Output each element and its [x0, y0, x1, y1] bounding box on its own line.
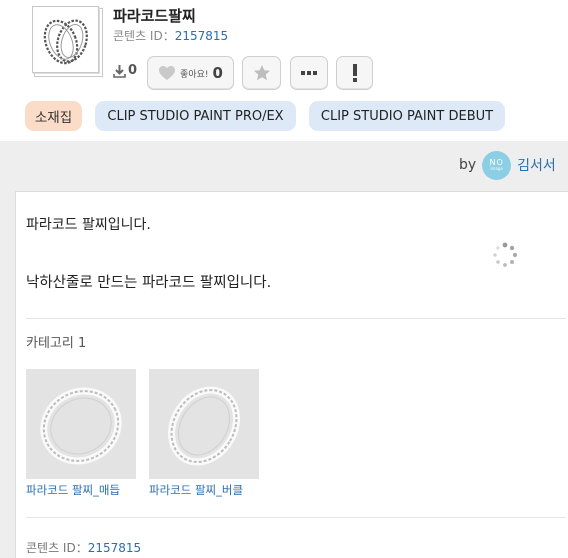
- item-caption[interactable]: 파라코드 팔찌_버클: [149, 482, 259, 498]
- item-thumbnail[interactable]: [149, 369, 259, 479]
- content-header: 파라코드팔찌 콘텐츠 ID：2157815 0 좋아요! 0 소재집 CLIP …: [0, 0, 568, 141]
- more-icon: [301, 71, 317, 75]
- content-card: 파라코드 팔찌입니다. 낙하산줄로 만드는 파라코드 팔찌입니다. 카테고리 1…: [15, 191, 568, 558]
- content-id-value[interactable]: 2157815: [175, 29, 228, 43]
- ring-sketch-icon: [43, 19, 88, 65]
- more-button[interactable]: [290, 56, 328, 90]
- content-id: 콘텐츠 ID：2157815: [113, 27, 228, 44]
- author-name[interactable]: 김서서: [517, 155, 556, 175]
- item-caption[interactable]: 파라코드 팔찌_매듭: [26, 482, 136, 498]
- like-label: 좋아요!: [180, 69, 209, 80]
- download-count: 0: [113, 63, 137, 78]
- footer-id-value[interactable]: 2157815: [88, 541, 141, 555]
- bracelet-buckle-image: [168, 386, 240, 466]
- report-icon: [352, 64, 357, 82]
- footer-content-id: 콘텐츠 ID：2157815: [26, 539, 141, 556]
- footer-id-label: 콘텐츠 ID：: [26, 541, 88, 555]
- thumbnail-image: [32, 6, 99, 73]
- tag-clip-studio-pro-ex[interactable]: CLIP STUDIO PAINT PRO/EX: [95, 101, 296, 131]
- item-thumbnail[interactable]: [26, 369, 136, 479]
- favorite-button[interactable]: [242, 56, 281, 90]
- category-heading: 카테고리 1: [26, 336, 87, 351]
- list-item[interactable]: 파라코드 팔찌_매듭: [26, 369, 136, 498]
- author-byline: by NO image 김서서: [459, 150, 556, 180]
- like-button[interactable]: 좋아요! 0: [147, 56, 234, 90]
- download-count-value: 0: [128, 63, 138, 78]
- star-icon: [253, 65, 270, 81]
- description-line-2: 낙하산줄로 만드는 파라코드 팔찌입니다.: [26, 275, 272, 291]
- section-divider: [26, 517, 566, 518]
- loading-spinner-icon: [493, 242, 518, 267]
- avatar[interactable]: NO image: [482, 150, 512, 180]
- content-id-label: 콘텐츠 ID：: [113, 29, 175, 43]
- download-icon: [113, 64, 126, 78]
- avatar-subtext: image: [490, 166, 503, 171]
- bracelet-knot-image: [40, 387, 122, 465]
- page-title: 파라코드팔찌: [113, 7, 196, 25]
- like-count: 0: [212, 64, 223, 82]
- list-item[interactable]: 파라코드 팔찌_버클: [149, 369, 259, 498]
- description-line-1: 파라코드 팔찌입니다.: [26, 217, 151, 233]
- by-label: by: [459, 157, 477, 173]
- section-divider: [26, 318, 566, 319]
- tag-clip-studio-debut[interactable]: CLIP STUDIO PAINT DEBUT: [309, 101, 505, 131]
- heart-icon: [159, 66, 176, 80]
- content-thumbnail[interactable]: [32, 6, 103, 77]
- report-button[interactable]: [336, 56, 373, 90]
- tag-material-collection[interactable]: 소재집: [25, 101, 82, 131]
